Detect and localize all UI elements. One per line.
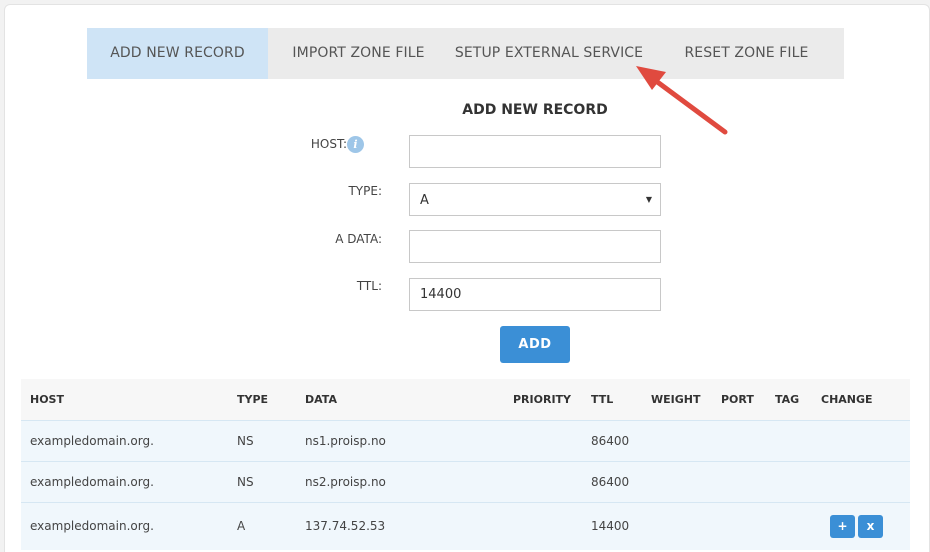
cell-change: + x xyxy=(812,501,910,550)
cell-change xyxy=(812,419,910,461)
ttl-label: TTL: xyxy=(356,279,382,293)
cell-data: ns1.proisp.no xyxy=(296,419,504,461)
annotation-arrow-icon xyxy=(636,66,728,135)
header-change: CHANGE xyxy=(812,379,910,420)
cell-priority xyxy=(504,501,582,550)
edit-record-button[interactable]: + xyxy=(830,514,855,538)
cell-ttl: 14400 xyxy=(582,501,642,550)
cell-tag xyxy=(766,501,812,550)
header-priority: PRIORITY xyxy=(504,379,582,420)
ttl-input[interactable]: 14400 xyxy=(409,278,661,311)
header-tag: TAG xyxy=(766,379,812,420)
header-host: HOST xyxy=(21,379,228,420)
cell-priority xyxy=(504,419,582,461)
add-button[interactable]: ADD xyxy=(500,326,570,363)
cell-type: NS xyxy=(228,419,296,461)
header-port: PORT xyxy=(712,379,766,420)
host-input[interactable] xyxy=(409,135,661,168)
form-title: ADD NEW RECORD xyxy=(462,102,608,118)
cell-tag xyxy=(766,460,812,502)
table-row: exampledomain.org. NS ns1.proisp.no 8640… xyxy=(21,419,910,461)
table-row: exampledomain.org. A 137.74.52.53 14400 … xyxy=(21,501,910,550)
header-ttl: TTL xyxy=(582,379,642,420)
cell-ttl: 86400 xyxy=(582,419,642,461)
cell-ttl: 86400 xyxy=(582,460,642,502)
cell-weight xyxy=(642,501,712,550)
header-weight: WEIGHT xyxy=(642,379,712,420)
cell-host: exampledomain.org. xyxy=(21,419,228,461)
tab-import-zone-file[interactable]: IMPORT ZONE FILE xyxy=(268,28,449,79)
table-row: exampledomain.org. NS ns2.proisp.no 8640… xyxy=(21,460,910,502)
delete-record-button[interactable]: x xyxy=(858,514,883,538)
cell-weight xyxy=(642,419,712,461)
type-label: TYPE: xyxy=(348,184,382,198)
cell-host: exampledomain.org. xyxy=(21,501,228,550)
cell-weight xyxy=(642,460,712,502)
cell-priority xyxy=(504,460,582,502)
cell-change xyxy=(812,460,910,502)
tab-setup-external-service[interactable]: SETUP EXTERNAL SERVICE xyxy=(449,28,649,79)
header-type: TYPE xyxy=(228,379,296,420)
cell-data: ns2.proisp.no xyxy=(296,460,504,502)
cell-type: NS xyxy=(228,460,296,502)
adata-label: A DATA: xyxy=(335,232,382,246)
tab-add-new-record[interactable]: ADD NEW RECORD xyxy=(87,28,268,79)
cell-port xyxy=(712,501,766,550)
caret-down-icon: ▼ xyxy=(645,195,652,204)
cell-port xyxy=(712,419,766,461)
type-select-value: A xyxy=(420,193,429,208)
adata-input[interactable] xyxy=(409,230,661,263)
type-select[interactable]: A ▼ xyxy=(409,183,661,216)
host-label-row: HOST: i xyxy=(274,136,364,153)
header-data: DATA xyxy=(296,379,504,420)
table-header-row: HOST TYPE DATA PRIORITY TTL WEIGHT PORT … xyxy=(21,379,910,420)
cell-port xyxy=(712,460,766,502)
cell-host: exampledomain.org. xyxy=(21,460,228,502)
cell-tag xyxy=(766,419,812,461)
host-label: HOST: xyxy=(310,137,347,151)
info-icon[interactable]: i xyxy=(347,136,364,153)
cell-data: 137.74.52.53 xyxy=(296,501,504,550)
records-table: HOST TYPE DATA PRIORITY TTL WEIGHT PORT … xyxy=(21,379,910,550)
cell-type: A xyxy=(228,501,296,550)
